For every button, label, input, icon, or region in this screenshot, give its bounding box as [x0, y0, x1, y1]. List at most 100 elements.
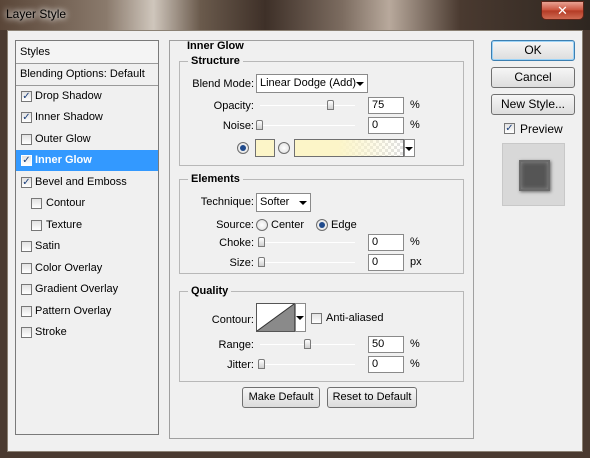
- noise-input[interactable]: 0: [368, 117, 404, 134]
- technique-label: Technique:: [200, 196, 254, 208]
- jitter-unit: %: [410, 358, 420, 370]
- opacity-slider-track[interactable]: [260, 105, 355, 106]
- preview-label: Preview: [520, 122, 563, 136]
- style-item-label: Satin: [35, 240, 61, 252]
- anti-aliased-checkbox[interactable]: [311, 313, 322, 324]
- style-item-label: Bevel and Emboss: [35, 175, 127, 188]
- jitter-input[interactable]: 0: [368, 356, 404, 373]
- close-icon: ✕: [557, 3, 568, 18]
- style-item[interactable]: Color Overlay: [16, 258, 158, 279]
- preview-box: [502, 143, 565, 206]
- style-item-checkbox[interactable]: [31, 198, 42, 209]
- choke-slider-thumb[interactable]: [258, 237, 265, 247]
- size-slider-thumb[interactable]: [258, 257, 265, 267]
- range-input[interactable]: 50: [368, 336, 404, 353]
- source-center-radio[interactable]: [256, 219, 268, 231]
- anti-aliased-label: Anti-aliased: [326, 312, 384, 324]
- contour-linear-icon: [256, 303, 295, 332]
- style-item[interactable]: Satin: [16, 236, 158, 258]
- style-item-checkbox[interactable]: [21, 133, 32, 145]
- style-item-checkbox[interactable]: [21, 284, 32, 295]
- style-item[interactable]: ✓ Bevel and Emboss: [16, 172, 158, 193]
- source-center-label: Center: [271, 219, 305, 231]
- choke-unit: %: [410, 236, 420, 248]
- source-edge-label: Edge: [331, 219, 357, 231]
- range-label: Range:: [218, 339, 254, 351]
- opacity-input[interactable]: 75: [368, 97, 404, 114]
- size-slider-track[interactable]: [260, 262, 355, 263]
- size-unit: px: [410, 256, 422, 268]
- style-item-checkbox[interactable]: [21, 241, 32, 252]
- source-edge-radio[interactable]: [316, 219, 328, 231]
- range-slider-thumb[interactable]: [303, 339, 311, 349]
- preview-swatch: [519, 160, 550, 191]
- quality-title: Quality: [188, 285, 232, 297]
- noise-slider-track[interactable]: [260, 125, 355, 126]
- style-item[interactable]: ✓ Inner Glow: [16, 150, 158, 172]
- style-item[interactable]: Texture: [16, 215, 158, 236]
- blend-mode-value: Linear Dodge (Add): [260, 77, 357, 89]
- gradient-radio[interactable]: [278, 142, 290, 154]
- size-label: Size:: [229, 257, 254, 269]
- styles-header[interactable]: Styles: [16, 41, 158, 64]
- style-item-checkbox[interactable]: ✓: [21, 155, 32, 166]
- choke-input[interactable]: 0: [368, 234, 404, 251]
- chevron-down-icon: [405, 147, 413, 151]
- range-unit: %: [410, 338, 420, 350]
- chevron-down-icon: [296, 316, 304, 320]
- style-item-label: Contour: [46, 197, 86, 209]
- style-item[interactable]: Stroke: [16, 322, 158, 344]
- gradient-dropdown[interactable]: [404, 139, 415, 157]
- style-item-label: Texture: [46, 218, 83, 231]
- style-item[interactable]: Gradient Overlay: [16, 279, 158, 301]
- size-input[interactable]: 0: [368, 254, 404, 271]
- noise-slider-thumb[interactable]: [256, 120, 263, 130]
- style-item-label: Outer Glow: [35, 132, 91, 145]
- choke-label: Choke:: [219, 237, 254, 249]
- jitter-slider-thumb[interactable]: [258, 359, 265, 369]
- style-item[interactable]: Pattern Overlay: [16, 301, 158, 322]
- opacity-slider-thumb[interactable]: [327, 100, 335, 110]
- chevron-down-icon: [299, 201, 307, 205]
- technique-value: Softer: [260, 196, 290, 208]
- chevron-down-icon: [356, 82, 364, 86]
- style-item[interactable]: ✓ Drop Shadow: [16, 86, 158, 107]
- noise-label: Noise:: [222, 120, 254, 132]
- preview-checkbox[interactable]: ✓: [504, 123, 515, 134]
- make-default-button[interactable]: Make Default: [242, 387, 320, 408]
- choke-slider-track[interactable]: [260, 242, 355, 243]
- glow-gradient-picker[interactable]: [294, 139, 404, 157]
- style-item-checkbox[interactable]: [31, 219, 42, 231]
- title-bar: Layer Style ✕: [0, 0, 590, 30]
- style-item-checkbox[interactable]: [21, 305, 32, 317]
- blending-options-item[interactable]: Blending Options: Default: [16, 64, 158, 86]
- contour-dropdown[interactable]: [295, 303, 306, 332]
- style-item-checkbox[interactable]: [21, 262, 32, 274]
- jitter-slider-track[interactable]: [260, 364, 355, 365]
- new-style-button[interactable]: New Style...: [491, 94, 575, 115]
- blend-mode-label: Blend Mode:: [192, 78, 254, 90]
- style-item-label: Gradient Overlay: [35, 283, 119, 295]
- structure-title: Structure: [188, 55, 243, 67]
- close-button[interactable]: ✕: [541, 1, 584, 20]
- source-label: Source:: [216, 219, 254, 231]
- style-item-checkbox[interactable]: ✓: [21, 90, 32, 102]
- jitter-label: Jitter:: [227, 359, 254, 371]
- ok-button[interactable]: OK: [491, 40, 575, 61]
- blend-mode-select[interactable]: Linear Dodge (Add): [256, 74, 368, 93]
- style-item-checkbox[interactable]: ✓: [21, 112, 32, 123]
- panel-title: Inner Glow: [187, 40, 244, 52]
- style-item[interactable]: Outer Glow: [16, 129, 158, 150]
- reset-default-button[interactable]: Reset to Default: [327, 387, 417, 408]
- style-item-label: Inner Glow: [35, 154, 92, 166]
- cancel-button[interactable]: Cancel: [491, 67, 575, 88]
- style-item-label: Stroke: [35, 326, 67, 338]
- style-item[interactable]: Contour: [16, 193, 158, 215]
- technique-select[interactable]: Softer: [256, 193, 311, 212]
- style-item-checkbox[interactable]: [21, 327, 32, 338]
- color-radio[interactable]: [237, 142, 249, 154]
- contour-picker[interactable]: [256, 303, 295, 332]
- glow-color-swatch[interactable]: [255, 139, 275, 157]
- style-item-checkbox[interactable]: ✓: [21, 176, 32, 188]
- style-item[interactable]: ✓ Inner Shadow: [16, 107, 158, 129]
